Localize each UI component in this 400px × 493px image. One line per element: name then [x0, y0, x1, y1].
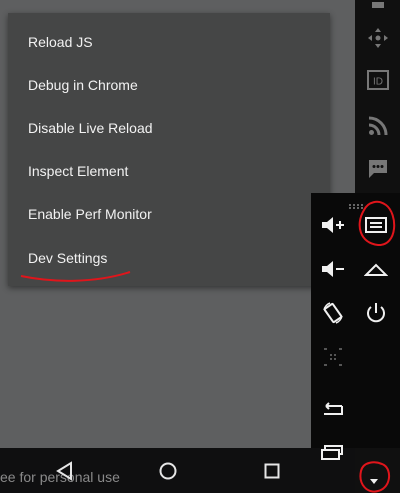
- menu-item-reload-js[interactable]: Reload JS: [28, 33, 93, 51]
- volume-down-icon[interactable]: [319, 255, 347, 283]
- menu-item-disable-live-reload[interactable]: Disable Live Reload: [28, 119, 153, 137]
- menu-item-debug-in-chrome[interactable]: Debug in Chrome: [28, 76, 138, 94]
- menu-item-inspect-element[interactable]: Inspect Element: [28, 162, 128, 180]
- home-button-icon[interactable]: [362, 255, 390, 283]
- menu-item-enable-perf-monitor[interactable]: Enable Perf Monitor: [28, 205, 152, 223]
- rss-icon[interactable]: [364, 112, 391, 139]
- menu-icon[interactable]: [362, 211, 390, 239]
- menu-item-dev-settings[interactable]: Dev Settings: [28, 249, 107, 267]
- drag-handle[interactable]: [349, 196, 363, 209]
- screenshot-icon[interactable]: [319, 343, 347, 371]
- id-icon[interactable]: ID: [364, 66, 391, 93]
- volume-up-icon[interactable]: [319, 211, 347, 239]
- return-icon[interactable]: [319, 397, 347, 425]
- power-icon[interactable]: [362, 299, 390, 327]
- dev-menu: Reload JS Debug in Chrome Disable Live R…: [8, 13, 330, 286]
- home-icon[interactable]: [155, 458, 181, 484]
- emulator-control-panel: [311, 193, 400, 460]
- move-icon[interactable]: [364, 24, 391, 51]
- android-nav-bar: ee for personal use: [0, 448, 355, 493]
- emulator-screen: Reload JS Debug in Chrome Disable Live R…: [0, 0, 355, 448]
- rotate-icon[interactable]: [319, 299, 347, 327]
- recents-icon[interactable]: [259, 458, 285, 484]
- strip-top-icon[interactable]: [364, 0, 391, 21]
- id-icon-label: ID: [373, 76, 383, 87]
- recent-apps-icon[interactable]: [319, 438, 347, 466]
- back-icon[interactable]: [52, 458, 78, 484]
- chat-icon[interactable]: [364, 155, 391, 182]
- collapse-icon[interactable]: [363, 470, 385, 492]
